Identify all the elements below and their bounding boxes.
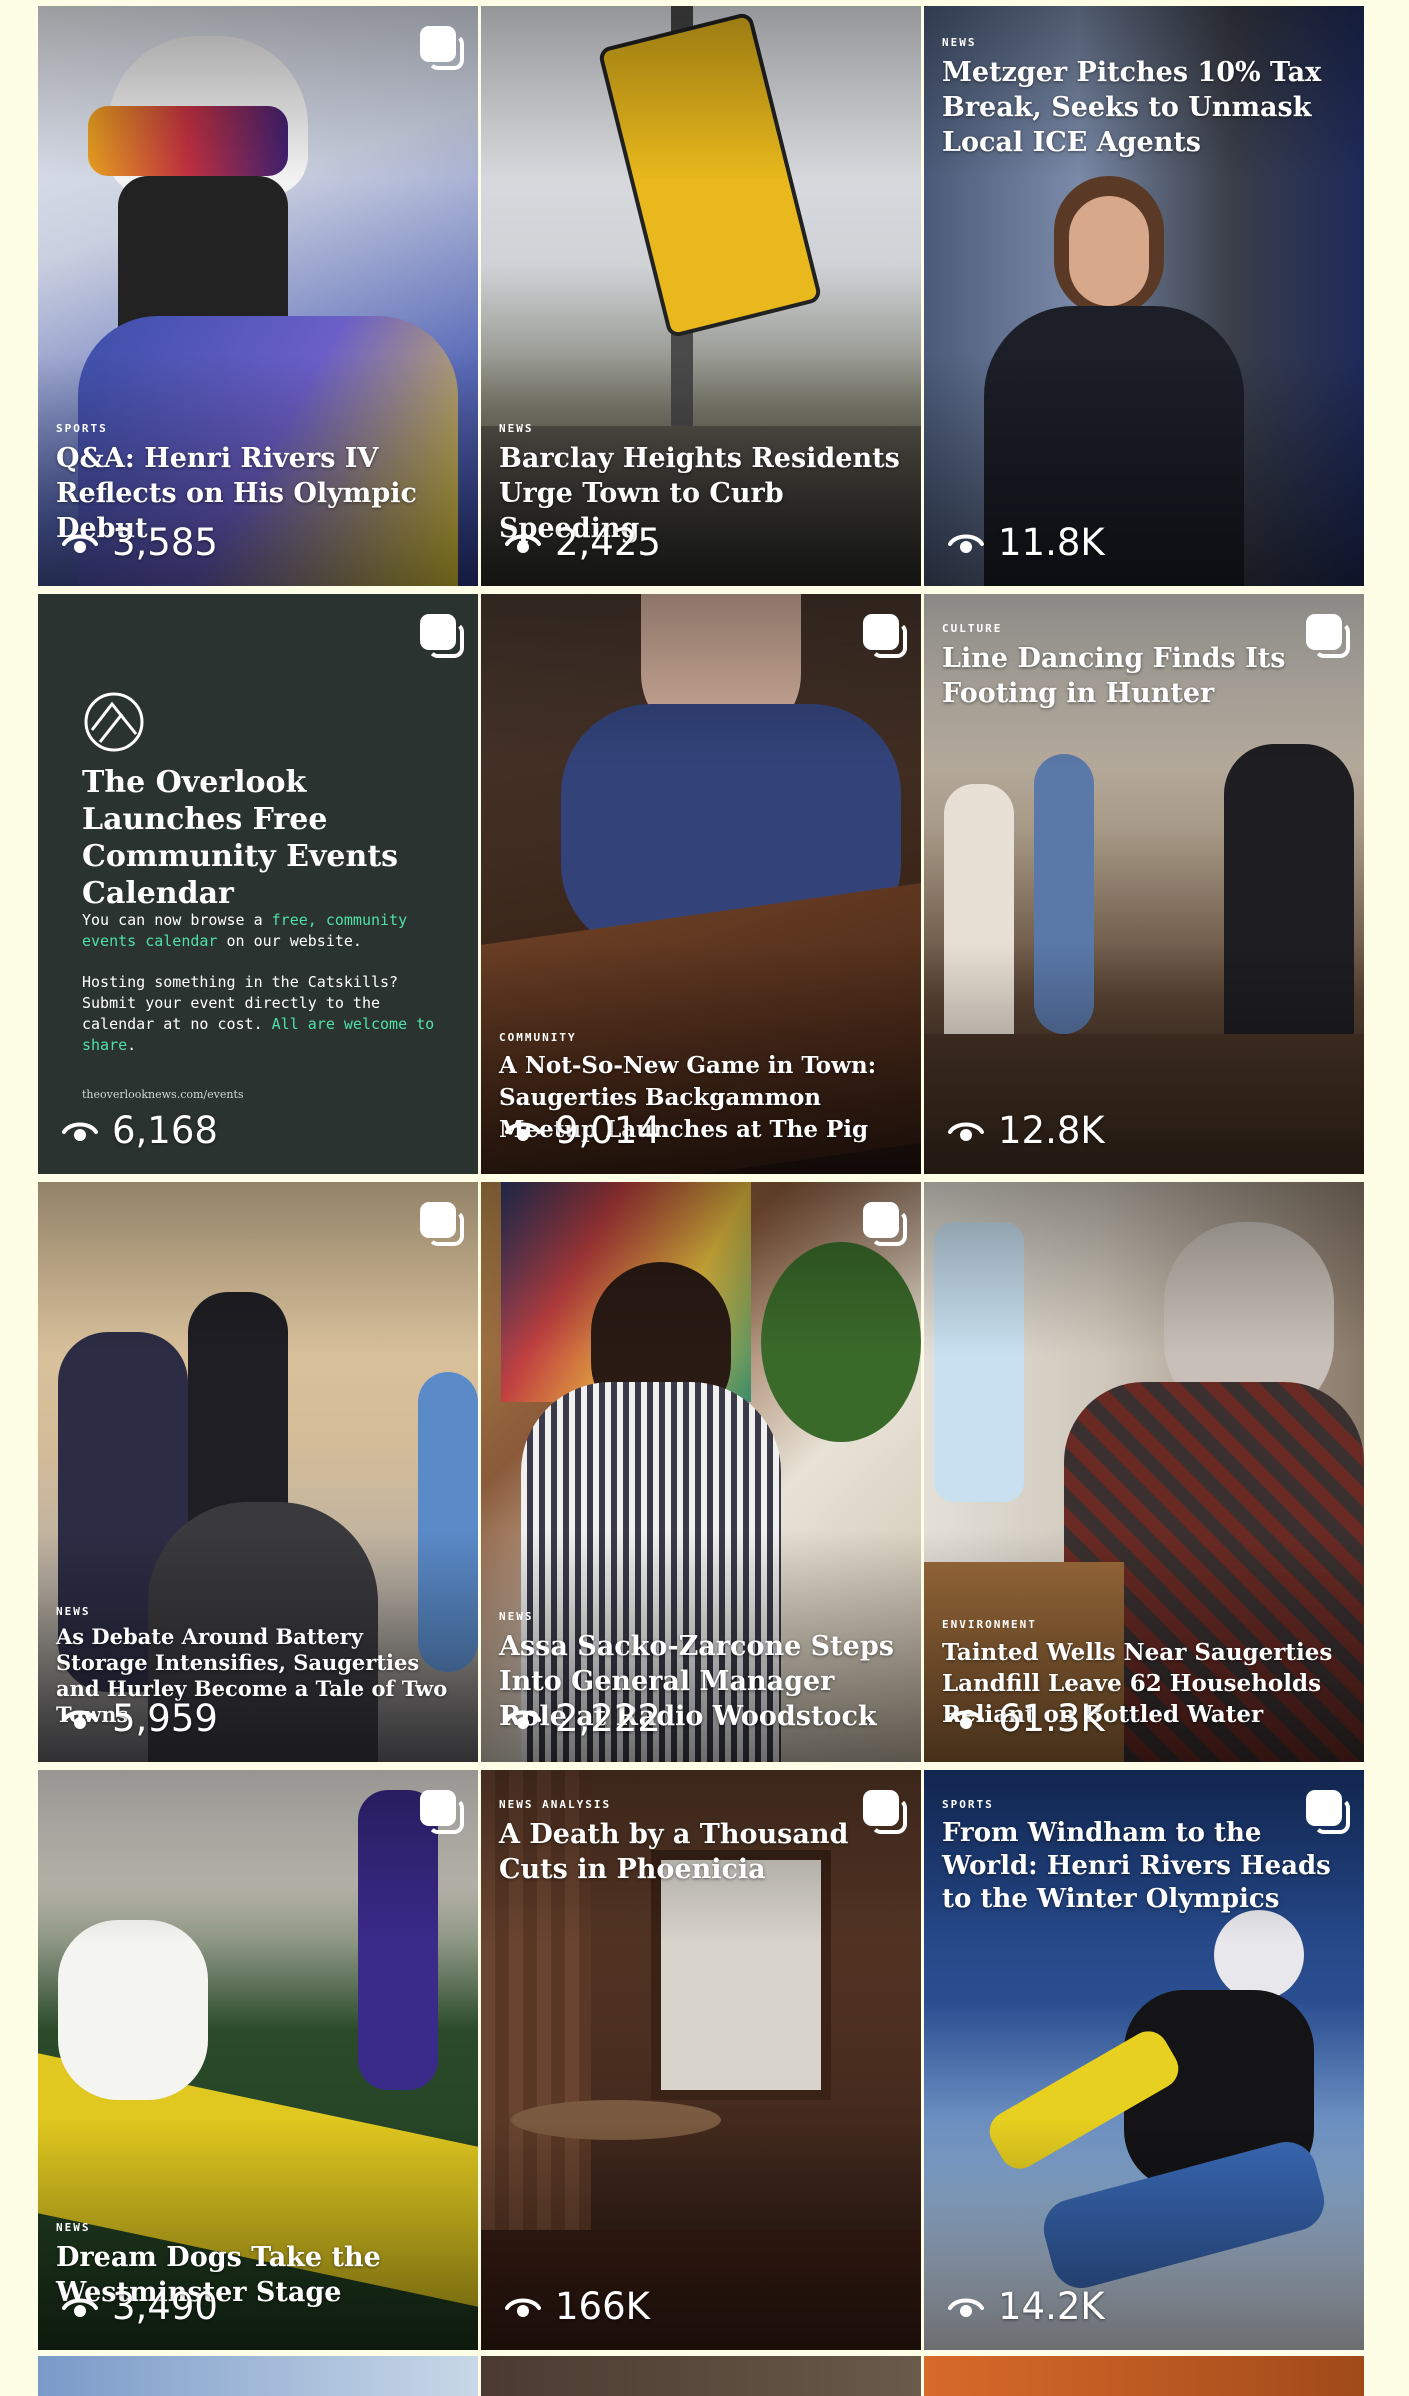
view-count-value: 12.8K bbox=[998, 1109, 1105, 1152]
eye-icon bbox=[948, 1122, 984, 1141]
post-caption: SPORTS From Windham to the World: Henri … bbox=[942, 1798, 1346, 1916]
post-kicker: CULTURE bbox=[942, 622, 1003, 635]
grid-post[interactable] bbox=[38, 2356, 478, 2396]
events-title: The Overlook Launches Free Community Eve… bbox=[82, 765, 399, 911]
post-kicker: NEWS bbox=[499, 1610, 534, 1623]
view-count: 3,585 bbox=[60, 521, 218, 564]
post-headline: Line Dancing Finds Its Footing in Hunter bbox=[942, 643, 1286, 709]
grid-post[interactable]: NEWS ANALYSIS A Death by a Thousand Cuts… bbox=[481, 1770, 921, 2350]
eye-icon bbox=[505, 1122, 541, 1141]
view-count-value: 166K bbox=[555, 2285, 650, 2328]
view-count-value: 5,959 bbox=[112, 1697, 218, 1740]
post-grid: SPORTS Q&A: Henri Rivers IV Reflects on … bbox=[38, 6, 1364, 2350]
post-kicker: NEWS ANALYSIS bbox=[499, 1798, 612, 1811]
overlook-logo-icon bbox=[84, 692, 144, 752]
post-headline: From Windham to the World: Henri Rivers … bbox=[942, 1818, 1331, 1914]
grid-post[interactable]: NEWS As Debate Around Battery Storage In… bbox=[38, 1182, 478, 1762]
post-kicker: NEWS bbox=[56, 2221, 91, 2234]
post-caption: NEWS Metzger Pitches 10% Tax Break, Seek… bbox=[942, 36, 1346, 160]
post-kicker: SPORTS bbox=[56, 422, 108, 435]
view-count: 14.2K bbox=[946, 2285, 1105, 2328]
post-kicker: NEWS bbox=[56, 1605, 91, 1618]
view-count: 3,490 bbox=[60, 2285, 218, 2328]
eye-icon bbox=[948, 1710, 984, 1729]
eye-icon bbox=[62, 1710, 98, 1729]
view-count: 61.3K bbox=[946, 1697, 1105, 1740]
post-kicker: ENVIRONMENT bbox=[942, 1618, 1037, 1631]
view-count-value: 14.2K bbox=[998, 2285, 1105, 2328]
view-count-value: 3,490 bbox=[112, 2285, 218, 2328]
grid-post[interactable]: NEWS Metzger Pitches 10% Tax Break, Seek… bbox=[924, 6, 1364, 586]
eye-icon bbox=[62, 1122, 98, 1141]
grid-post[interactable]: NEWS Dream Dogs Take the Westminster Sta… bbox=[38, 1770, 478, 2350]
events-url: theoverlooknews.com/events bbox=[82, 1088, 244, 1101]
post-kicker: NEWS bbox=[942, 36, 977, 49]
multi-post-icon bbox=[420, 1202, 464, 1246]
view-count: 6,168 bbox=[60, 1109, 218, 1152]
view-count: 5,959 bbox=[60, 1697, 218, 1740]
grid-post[interactable] bbox=[481, 2356, 921, 2396]
multi-post-icon bbox=[420, 1790, 464, 1834]
view-count-value: 61.3K bbox=[998, 1697, 1105, 1740]
multi-post-icon bbox=[420, 26, 464, 70]
grid-post[interactable]: SPORTS Q&A: Henri Rivers IV Reflects on … bbox=[38, 6, 478, 586]
eye-icon bbox=[62, 2298, 98, 2317]
grid-post[interactable]: The Overlook Launches Free Community Eve… bbox=[38, 594, 478, 1174]
post-headline: Metzger Pitches 10% Tax Break, Seeks to … bbox=[942, 57, 1322, 158]
eye-icon bbox=[62, 534, 98, 553]
post-kicker: COMMUNITY bbox=[499, 1031, 577, 1044]
eye-icon bbox=[948, 534, 984, 553]
grid-post[interactable]: COMMUNITY A Not-So-New Game in Town: Sau… bbox=[481, 594, 921, 1174]
view-count-value: 6,168 bbox=[112, 1109, 218, 1152]
eye-icon bbox=[948, 2298, 984, 2317]
view-count: 11.8K bbox=[946, 521, 1105, 564]
view-count: 2,425 bbox=[503, 521, 661, 564]
view-count-value: 2,222 bbox=[555, 1697, 661, 1740]
post-caption: CULTURE Line Dancing Finds Its Footing i… bbox=[942, 622, 1346, 711]
view-count: 12.8K bbox=[946, 1109, 1105, 1152]
grid-post[interactable]: ENVIRONMENT Tainted Wells Near Saugertie… bbox=[924, 1182, 1364, 1762]
view-count: 166K bbox=[503, 2285, 650, 2328]
eye-icon bbox=[505, 1710, 541, 1729]
view-count: 2,222 bbox=[503, 1697, 661, 1740]
post-headline: A Death by a Thousand Cuts in Phoenicia bbox=[499, 1819, 849, 1885]
grid-post[interactable]: NEWS Barclay Heights Residents Urge Town… bbox=[481, 6, 921, 586]
grid-post[interactable]: CULTURE Line Dancing Finds Its Footing i… bbox=[924, 594, 1364, 1174]
eye-icon bbox=[505, 534, 541, 553]
post-caption: NEWS ANALYSIS A Death by a Thousand Cuts… bbox=[499, 1798, 903, 1887]
grid-post[interactable]: NEWS Assa Sacko-Zarcone Steps Into Gener… bbox=[481, 1182, 921, 1762]
eye-icon bbox=[505, 2298, 541, 2317]
view-count-value: 9,014 bbox=[555, 1109, 661, 1152]
grid-post[interactable]: SPORTS From Windham to the World: Henri … bbox=[924, 1770, 1364, 2350]
next-row-preview bbox=[38, 2356, 1364, 2396]
post-kicker: NEWS bbox=[499, 422, 534, 435]
view-count: 9,014 bbox=[503, 1109, 661, 1152]
grid-post[interactable] bbox=[924, 2356, 1364, 2396]
multi-post-icon bbox=[863, 614, 907, 658]
multi-post-icon bbox=[420, 614, 464, 658]
post-kicker: SPORTS bbox=[942, 1798, 994, 1811]
multi-post-icon bbox=[863, 1202, 907, 1246]
view-count-value: 2,425 bbox=[555, 521, 661, 564]
view-count-value: 3,585 bbox=[112, 521, 218, 564]
events-body: You can now browse a free, community eve… bbox=[82, 911, 435, 1054]
view-count-value: 11.8K bbox=[998, 521, 1105, 564]
